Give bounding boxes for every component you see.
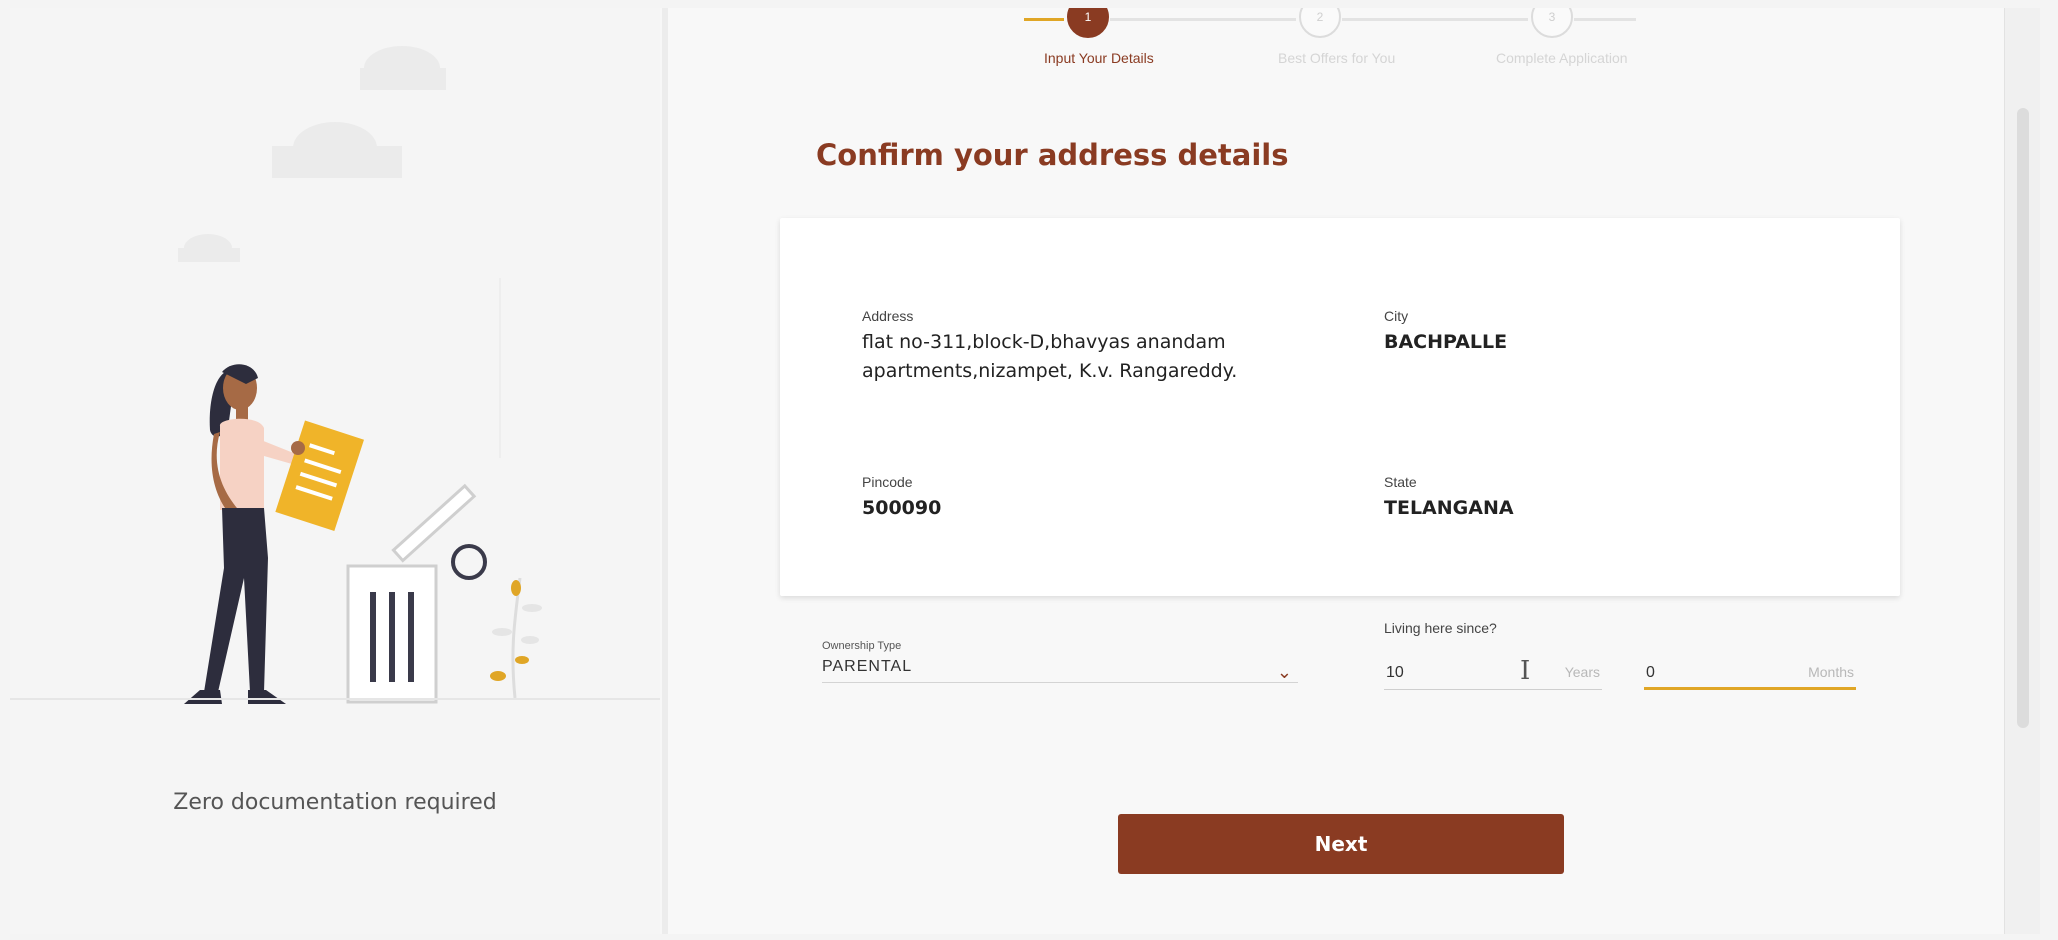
pincode-value: 500090	[862, 497, 942, 519]
ownership-type-label: Ownership Type	[822, 640, 902, 652]
document-icon	[275, 420, 364, 532]
years-unit: Years	[1564, 664, 1600, 680]
woman-discarding-documents-illustration	[178, 46, 542, 704]
step-3-label: Complete Application	[1496, 50, 1628, 66]
address-field: Address flat no-311,block-D,bhavyas anan…	[862, 308, 1237, 386]
floor-line	[10, 698, 660, 700]
trash-bin-icon	[346, 483, 487, 704]
app-frame: Zero documentation required 1 2 3 Input …	[10, 8, 2040, 934]
address-line-2: apartments,nizampet, K.v. Rangareddy.	[862, 360, 1238, 382]
city-value: BACHPALLE	[1384, 331, 1508, 353]
ownership-type-value: PARENTAL	[822, 658, 1298, 683]
page-title: Confirm your address details	[816, 138, 1289, 172]
years-input[interactable]: 10 Years	[1384, 658, 1602, 690]
step-1-circle: 1	[1067, 8, 1109, 38]
address-card: Address flat no-311,block-D,bhavyas anan…	[780, 218, 1900, 596]
text-cursor-icon: I	[1520, 656, 1531, 686]
city-label: City	[1384, 308, 1409, 324]
cloud-icon	[178, 46, 446, 262]
stepper-line-after-3	[1574, 18, 1636, 21]
months-unit: Months	[1808, 664, 1854, 680]
left-caption: Zero documentation required	[173, 790, 497, 815]
pincode-field: Pincode 500090	[862, 474, 941, 523]
plant-icon	[490, 577, 542, 699]
state-value: TELANGANA	[1384, 497, 1514, 519]
woman-figure	[184, 364, 296, 704]
state-field: State TELANGANA	[1384, 474, 1514, 523]
city-field: City BACHPALLE	[1384, 308, 1507, 357]
left-panel: Zero documentation required	[10, 8, 660, 934]
years-value: 10	[1386, 664, 1404, 681]
main-panel: 1 2 3 Input Your Details Best Offers for…	[668, 8, 2004, 934]
stepper-line-1-2	[1110, 18, 1296, 21]
step-3-circle: 3	[1531, 8, 1573, 38]
ownership-type-select[interactable]: Ownership Type PARENTAL ⌄	[822, 640, 1298, 683]
step-1-label: Input Your Details	[1044, 50, 1154, 66]
stepper-line-2-3	[1342, 18, 1528, 21]
pincode-label: Pincode	[862, 474, 913, 490]
living-since-label: Living here since?	[1384, 620, 1497, 636]
scrollbar[interactable]	[2004, 8, 2040, 934]
state-label: State	[1384, 474, 1417, 490]
stepper-line-before-1	[1024, 18, 1064, 21]
months-value: 0	[1646, 664, 1655, 681]
next-button[interactable]: Next	[1118, 814, 1564, 874]
step-2-label: Best Offers for You	[1278, 50, 1396, 66]
address-label: Address	[862, 308, 914, 324]
months-input[interactable]: 0 Months	[1644, 658, 1856, 690]
chevron-down-icon[interactable]: ⌄	[1277, 662, 1292, 683]
address-line-1: flat no-311,block-D,bhavyas anandam	[862, 331, 1226, 353]
scrollbar-thumb[interactable]	[2017, 108, 2029, 728]
step-2-circle: 2	[1299, 8, 1341, 38]
